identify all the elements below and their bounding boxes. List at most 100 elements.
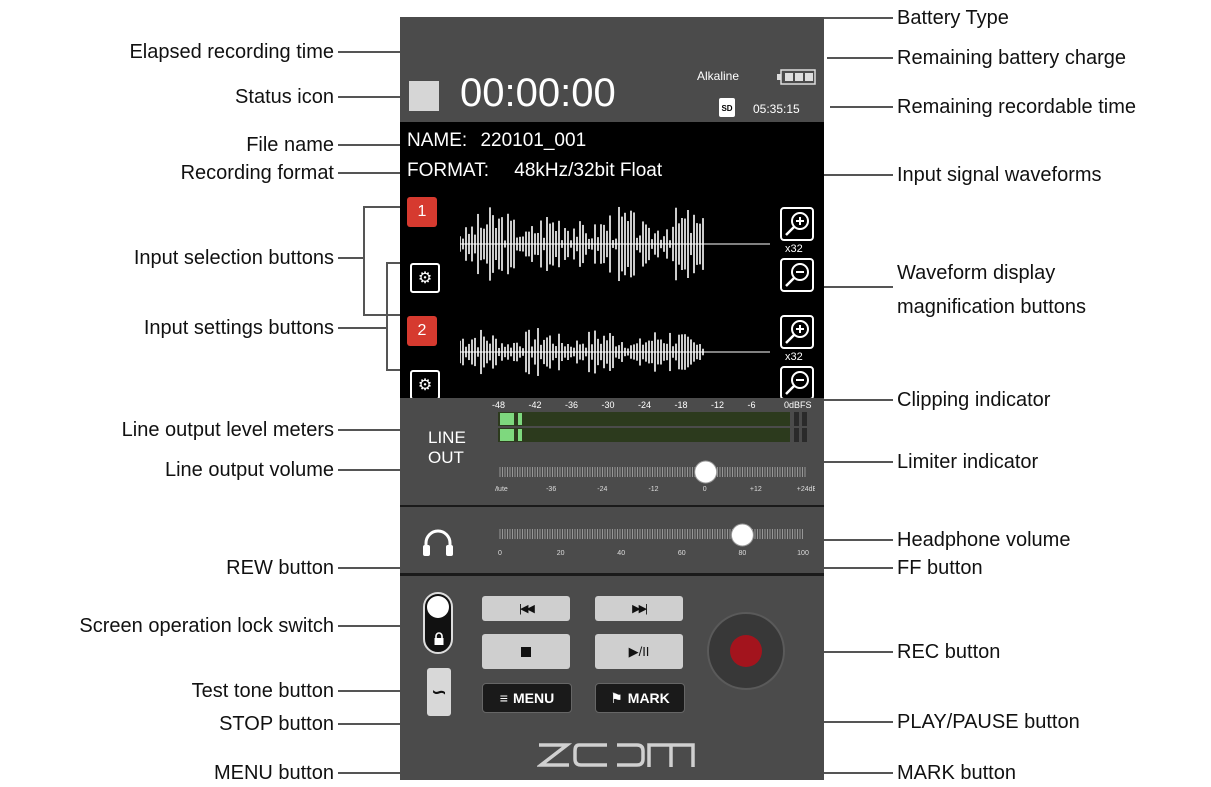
flag-icon: ⚑: [610, 689, 623, 706]
level-meter-2-peak: [500, 429, 514, 441]
screen-lock-switch[interactable]: [423, 592, 453, 654]
lock-icon: [434, 632, 444, 645]
annotation-recordable-time: Remaining recordable time: [897, 96, 1137, 118]
play-pause-icon: ▶/II: [628, 643, 650, 659]
input-1-settings-button[interactable]: ⚙: [410, 263, 440, 293]
menu-button[interactable]: ≡ MENU: [482, 683, 572, 713]
headphone-section: 0 20 40 60 80 100: [400, 507, 824, 573]
line-out-label-line1: LINE: [428, 428, 466, 447]
zoom-in-1-button[interactable]: [780, 207, 814, 241]
file-name-row: NAME: 220101_001: [407, 130, 586, 152]
input-2-select-button[interactable]: 2: [407, 316, 437, 346]
annotation-headphone: Headphone volume: [897, 529, 1071, 551]
gear-icon: ⚙: [417, 270, 433, 287]
annotation-clipping: Clipping indicator: [897, 389, 1051, 411]
annotation-line-volume: Line output volume: [164, 459, 334, 481]
slider-scale-label: 80: [739, 550, 747, 557]
header-bar: 00:00:00 Alkaline SD 05:35:15: [400, 17, 824, 122]
sd-card-icon: SD: [719, 98, 735, 117]
annotation-mark: MARK button: [897, 762, 1016, 784]
zoom-in-icon: [785, 320, 809, 344]
meter-scale-label: -24: [638, 400, 652, 410]
zoom-out-2-button[interactable]: [780, 366, 814, 400]
slider-scale-label: 40: [617, 550, 625, 557]
annotation-waveforms: Input signal waveforms: [897, 164, 1102, 186]
annotation-recording-format: Recording format: [180, 162, 334, 184]
menu-icon: ≡: [499, 690, 508, 706]
ff-button[interactable]: ▶▶|: [595, 596, 683, 621]
line-out-volume-slider[interactable]: Mute -36 -24 -12 0 +12 +24dB: [495, 458, 815, 498]
lock-switch-knob: [427, 596, 449, 618]
headphone-icon: [423, 529, 453, 556]
stop-button[interactable]: [482, 634, 570, 669]
annotation-ff: FF button: [897, 557, 983, 579]
limiter-indicator-2: [794, 428, 799, 442]
slider-scale-label: -24: [597, 486, 607, 493]
line-out-section: -48 -42 -36 -30 -24 -18 -12 -6 0dBFS LINE OUT Mu…: [400, 398, 824, 505]
format-label: FORMAT:: [407, 160, 489, 181]
input-1-select-button[interactable]: 1: [407, 197, 437, 227]
annotation-test-tone: Test tone button: [191, 680, 334, 702]
rew-button[interactable]: |◀◀: [482, 596, 570, 621]
annotation-status-icon: Status icon: [235, 86, 334, 108]
annotation-file-name: File name: [246, 134, 334, 156]
annotation-rew: REW button: [226, 557, 334, 579]
annotation-battery-charge: Remaining battery charge: [897, 47, 1127, 69]
input-2-settings-button[interactable]: ⚙: [410, 370, 440, 400]
elapsed-time: 00:00:00: [460, 71, 616, 115]
slider-scale-label: -36: [546, 486, 556, 493]
battery-type: Alkaline: [697, 69, 740, 83]
zoom-level-2: x32: [785, 351, 803, 363]
rewind-icon: |◀◀: [519, 603, 535, 615]
meter-scale-label: -18: [674, 400, 688, 410]
headphone-volume-knob: [730, 523, 754, 547]
format-row: FORMAT: 48kHz/32bit Float: [407, 160, 662, 182]
zoom-in-2-button[interactable]: [780, 315, 814, 349]
stop-icon: [521, 646, 531, 657]
mark-label: MARK: [627, 690, 670, 706]
gear-icon: ⚙: [417, 377, 433, 394]
line-out-label: LINE OUT: [428, 428, 466, 468]
slider-scale-label: 0: [703, 486, 707, 493]
annotation-battery-type: Battery Type: [897, 7, 1009, 29]
status-stop-icon: [409, 81, 439, 111]
meter-scale-label: -6: [747, 400, 756, 410]
level-meter-1: [498, 412, 790, 426]
slider-scale-label: 20: [557, 550, 565, 557]
input-2-waveform: [460, 328, 770, 376]
meter-scale-label: -30: [601, 400, 615, 410]
annotation-play-pause: PLAY/PAUSE button: [897, 711, 1080, 733]
zoom-out-1-button[interactable]: [780, 258, 814, 292]
annotation-lock-switch: Screen operation lock switch: [79, 615, 334, 637]
annotation-input-settings: Input settings buttons: [143, 317, 334, 339]
clipping-indicator-1: [802, 412, 807, 426]
annotation-magnification-line2: magnification buttons: [897, 296, 1087, 318]
fast-forward-icon: ▶▶|: [632, 603, 648, 615]
file-name: 220101_001: [480, 130, 587, 151]
battery-icon: [776, 69, 816, 85]
level-meter-1-hold: [518, 413, 522, 425]
meter-scale-label: 0dBFS: [784, 400, 812, 410]
annotation-input-selection: Input selection buttons: [133, 247, 334, 269]
rec-button[interactable]: [707, 612, 785, 690]
line-out-volume-knob: [694, 460, 718, 484]
tone-wave-icon: ∽: [431, 681, 447, 702]
zoom-out-icon: [785, 263, 809, 287]
mark-button[interactable]: ⚑ MARK: [595, 683, 685, 713]
zoom-level-1: x32: [785, 243, 803, 255]
slider-scale-label: -12: [648, 486, 658, 493]
meter-scale-label: -12: [711, 400, 725, 410]
meter-scale-label: -48: [492, 400, 506, 410]
annotation-rec: REC button: [897, 641, 1001, 663]
annotation-stop: STOP button: [219, 713, 334, 735]
annotation-limiter: Limiter indicator: [897, 451, 1039, 473]
slider-scale-label: 100: [797, 550, 809, 557]
test-tone-button[interactable]: ∽: [427, 668, 451, 716]
file-name-label: NAME:: [407, 130, 468, 151]
level-meter-2: [498, 428, 790, 442]
recording-format: 48kHz/32bit Float: [514, 160, 663, 181]
slider-scale-label: 0: [498, 550, 502, 557]
play-pause-button[interactable]: ▶/II: [595, 634, 683, 669]
annotation-elapsed-time: Elapsed recording time: [129, 41, 334, 63]
headphone-volume-slider[interactable]: 0 20 40 60 80 100: [495, 519, 820, 563]
